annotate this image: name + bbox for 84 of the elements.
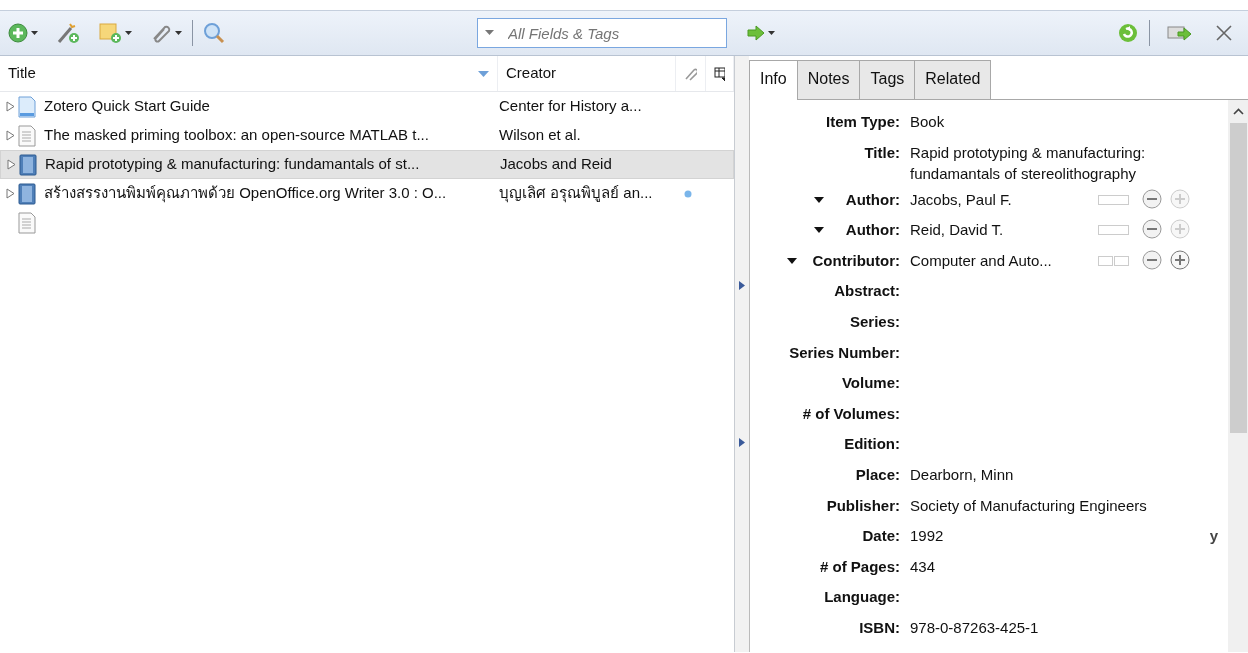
field-value[interactable]: 1992 <box>910 520 1210 547</box>
date-format: y <box>1209 526 1219 547</box>
document-icon <box>18 211 36 234</box>
expand-triangle-icon[interactable] <box>6 101 15 112</box>
expand-arrow-icon[interactable] <box>739 438 745 447</box>
field-label: # of Pages: <box>819 556 900 577</box>
expand-triangle-icon[interactable] <box>7 159 16 170</box>
field-label: Author: <box>845 220 900 241</box>
column-header[interactable]: Title <box>0 56 498 91</box>
caret-icon[interactable] <box>31 31 38 35</box>
field-mode-icon[interactable] <box>1098 225 1130 236</box>
expand-triangle-icon[interactable] <box>6 188 15 199</box>
field-value[interactable]: Society of Manufacturing Engineers <box>910 489 1228 516</box>
item-row[interactable]: สร้างสรรงานพิมพ์คุณภาพด้วย OpenOffice.org Writer 3.0 : O... บุญเลิศ อรุณพิบูลย์ an... <box>0 179 734 208</box>
tab[interactable]: Notes <box>796 60 861 99</box>
field-label: Series: <box>849 311 900 332</box>
caret-icon[interactable] <box>125 31 132 35</box>
document-icon <box>18 95 36 118</box>
field-value[interactable]: Rapid prototyping & manufacturing: fundamantals of stereolithography <box>910 136 1228 184</box>
book-icon <box>19 153 37 176</box>
sort-arrow-icon <box>478 70 489 77</box>
field-label: Contributor: <box>812 250 900 271</box>
new-item-button[interactable] <box>6 23 40 43</box>
item-title: The masked priming toolbox: an open-source MATLAB t... <box>44 125 430 146</box>
dropdown-triangle-icon[interactable] <box>813 196 824 203</box>
item-creator: Wilson et al. <box>499 125 582 146</box>
column-picker-icon <box>714 66 725 81</box>
item-row[interactable]: Rapid prototyping & manufacturing: fundamantals of st... Jacobs and Reid <box>0 150 734 179</box>
fullscreen-button[interactable] <box>1164 23 1194 43</box>
collapse-arrow-icon[interactable] <box>739 281 745 290</box>
dropdown-triangle-icon[interactable] <box>786 258 797 265</box>
item-title: Rapid prototyping & manufacturing: fundamantals of st... <box>45 154 421 175</box>
paperclip-icon <box>684 66 697 81</box>
field-label: Volume: <box>841 373 900 394</box>
field-value[interactable]: Dearborn, Minn <box>910 458 1228 485</box>
field-label: Author: <box>845 189 900 210</box>
caret-icon[interactable] <box>768 31 775 35</box>
search-button[interactable] <box>201 22 227 44</box>
book-icon <box>18 182 36 205</box>
field-value[interactable]: Computer and Auto... <box>910 244 1090 271</box>
column-header[interactable]: Creator <box>498 56 676 91</box>
field-label: ISBN: <box>859 617 900 638</box>
field-label: Publisher: <box>826 495 900 516</box>
scrollbar[interactable] <box>1228 100 1248 652</box>
tab[interactable]: Related <box>914 60 992 99</box>
item-row[interactable]: Zotero Quick Start Guide Center for History a... <box>0 92 734 121</box>
field-label: Edition: <box>844 434 900 455</box>
field-value[interactable]: Reid, David T. <box>910 214 1090 241</box>
field-label: Place: <box>855 464 900 485</box>
scroll-thumb[interactable] <box>1229 123 1247 433</box>
field-value[interactable]: Jacobs, Paul F. <box>910 183 1090 210</box>
search-field[interactable]: All Fields & Tags <box>477 18 727 48</box>
tab[interactable]: Info <box>749 60 798 100</box>
dropdown-caret-icon[interactable] <box>485 30 494 35</box>
plus-icon[interactable] <box>1170 249 1190 270</box>
field-label: # of Volumes: <box>802 403 900 424</box>
field-value[interactable]: 978-0-87263-425-1 <box>910 611 1228 638</box>
field-label: Abstract: <box>834 281 900 302</box>
minus-icon[interactable] <box>1142 188 1162 209</box>
caret-icon[interactable] <box>175 31 182 35</box>
minus-icon[interactable] <box>1142 249 1162 270</box>
field-label: Item Type: <box>826 112 900 132</box>
minus-icon[interactable] <box>1142 219 1162 240</box>
field-value[interactable]: Book <box>910 106 1228 132</box>
item-creator: Center for History a... <box>499 96 643 117</box>
field-label: Language: <box>824 587 900 608</box>
item-creator: บุญเลิศ อรุณพิบูลย์ an... <box>499 183 654 205</box>
go-arrow-button[interactable] <box>745 25 777 41</box>
item-title: Zotero Quick Start Guide <box>44 96 211 117</box>
document-icon <box>18 124 36 147</box>
field-label: Series Number: <box>789 342 900 363</box>
field-label: Title: <box>864 142 900 163</box>
item-creator: Jacobs and Reid <box>500 154 613 175</box>
close-button[interactable] <box>1214 25 1234 41</box>
field-mode-icon[interactable] <box>1098 255 1130 266</box>
expand-triangle-icon[interactable] <box>6 130 15 141</box>
item-row[interactable]: The masked priming toolbox: an open-source MATLAB t... Wilson et al. <box>0 121 734 150</box>
field-label: Date: <box>862 526 900 547</box>
scroll-up-icon[interactable] <box>1232 108 1244 115</box>
tab[interactable]: Tags <box>859 60 916 99</box>
dropdown-triangle-icon[interactable] <box>813 227 824 234</box>
item-title: สร้างสรรงานพิมพ์คุณภาพด้วย OpenOffice.org Writer 3.0 : O... <box>44 183 448 205</box>
field-value[interactable]: 434 <box>910 550 1228 577</box>
field-mode-icon[interactable] <box>1098 194 1130 205</box>
